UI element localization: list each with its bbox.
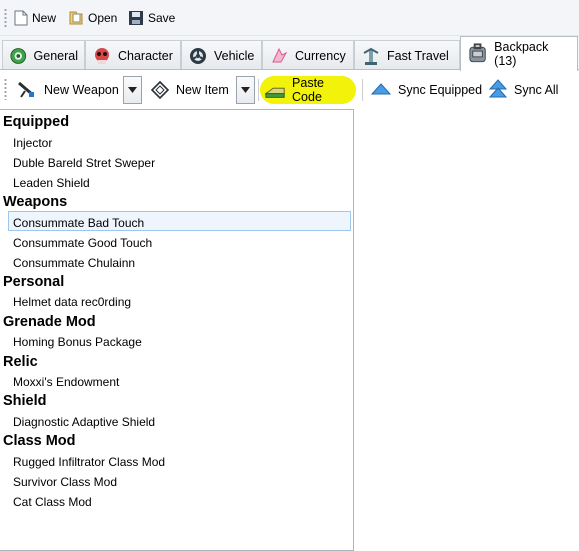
sync-equipped-button[interactable]: Sync Equipped — [366, 76, 486, 104]
sync-equipped-label: Sync Equipped — [398, 83, 483, 97]
currency-icon — [272, 47, 288, 62]
backpack-icon — [469, 43, 486, 63]
list-item-selected[interactable]: Consummate Bad Touch — [13, 216, 144, 230]
tab-backpack-label: Backpack (13) — [494, 40, 549, 68]
sync-all-icon — [488, 79, 508, 98]
tab-character[interactable]: Character — [85, 40, 181, 70]
skull-icon — [95, 47, 109, 64]
list-item[interactable]: Consummate Good Touch — [13, 236, 152, 250]
list-item[interactable]: Consummate Chulainn — [13, 256, 135, 270]
new-file-icon — [14, 10, 28, 26]
category-grenade-mod[interactable]: Grenade Mod — [3, 314, 96, 330]
open-folder-icon — [69, 11, 83, 25]
new-weapon-dropdown[interactable] — [123, 76, 142, 104]
new-item-label: New Item — [176, 83, 229, 97]
tab-strip: General Character Vehicle Currency Fast … — [0, 36, 579, 71]
fast-travel-icon — [363, 47, 379, 65]
open-label: Open — [88, 11, 118, 25]
new-label: New — [32, 11, 57, 25]
category-relic[interactable]: Relic — [3, 354, 38, 370]
tab-currency[interactable]: Currency — [262, 40, 354, 70]
chevron-down-icon — [128, 87, 137, 93]
toolbar-grip[interactable] — [4, 78, 7, 100]
tab-backpack[interactable]: Backpack (13) — [460, 36, 578, 71]
open-button[interactable]: Open — [64, 6, 121, 30]
list-item[interactable]: Survivor Class Mod — [13, 475, 117, 489]
toolbar-separator — [362, 79, 363, 101]
save-label: Save — [148, 11, 176, 25]
tab-general-label: General — [33, 48, 78, 63]
category-personal[interactable]: Personal — [3, 274, 64, 290]
category-weapons[interactable]: Weapons — [3, 194, 67, 210]
tab-general[interactable]: General — [2, 40, 85, 70]
tab-character-label: Character — [118, 48, 173, 63]
save-disk-icon — [129, 11, 143, 25]
list-item[interactable]: Duble Bareld Stret Sweper — [13, 156, 155, 170]
item-icon — [150, 80, 170, 100]
new-weapon-button[interactable]: New Weapon — [12, 76, 123, 104]
tab-fast-travel-label: Fast Travel — [387, 48, 449, 63]
tab-vehicle-label: Vehicle — [214, 48, 255, 63]
list-item[interactable]: Injector — [13, 136, 52, 150]
tab-vehicle[interactable]: Vehicle — [181, 40, 262, 70]
list-item[interactable]: Cat Class Mod — [13, 495, 92, 509]
sync-up-icon — [370, 83, 392, 95]
list-item[interactable]: Leaden Shield — [13, 176, 90, 190]
new-button[interactable]: New — [10, 6, 60, 30]
chevron-down-icon — [241, 87, 250, 93]
list-item[interactable]: Moxxi's Endowment — [13, 375, 119, 389]
weapon-icon — [18, 81, 34, 98]
new-item-button[interactable]: New Item — [146, 76, 233, 104]
list-item[interactable]: Homing Bonus Package — [13, 335, 142, 349]
inventory-tree[interactable]: Equipped Injector Duble Bareld Stret Swe… — [0, 109, 354, 551]
paste-icon — [264, 87, 285, 98]
sync-all-label: Sync All — [514, 83, 559, 97]
toolbar-grip[interactable] — [4, 8, 7, 28]
sync-all-button[interactable]: Sync All — [484, 76, 562, 104]
tab-currency-label: Currency — [295, 48, 346, 63]
save-button[interactable]: Save — [124, 6, 179, 30]
list-item[interactable]: Rugged Infiltrator Class Mod — [13, 455, 165, 469]
new-weapon-label: New Weapon — [44, 83, 119, 97]
main-toolbar: New Open Save — [0, 0, 579, 36]
new-item-dropdown[interactable] — [236, 76, 255, 104]
paste-code-button[interactable]: Paste Code — [260, 76, 356, 104]
toolbar-separator — [258, 79, 259, 101]
list-item[interactable]: Diagnostic Adaptive Shield — [13, 415, 155, 429]
list-item[interactable]: Helmet data rec0rding — [13, 295, 131, 309]
wheel-icon — [190, 47, 206, 64]
category-shield[interactable]: Shield — [3, 393, 47, 409]
category-equipped[interactable]: Equipped — [3, 114, 69, 130]
backpack-toolbar: New Weapon New Item Paste Code Sync Equi… — [0, 70, 579, 108]
category-class-mod[interactable]: Class Mod — [3, 433, 76, 449]
paste-code-label: Paste Code — [292, 76, 324, 104]
gear-icon — [10, 47, 27, 64]
tab-fast-travel[interactable]: Fast Travel — [354, 40, 460, 70]
